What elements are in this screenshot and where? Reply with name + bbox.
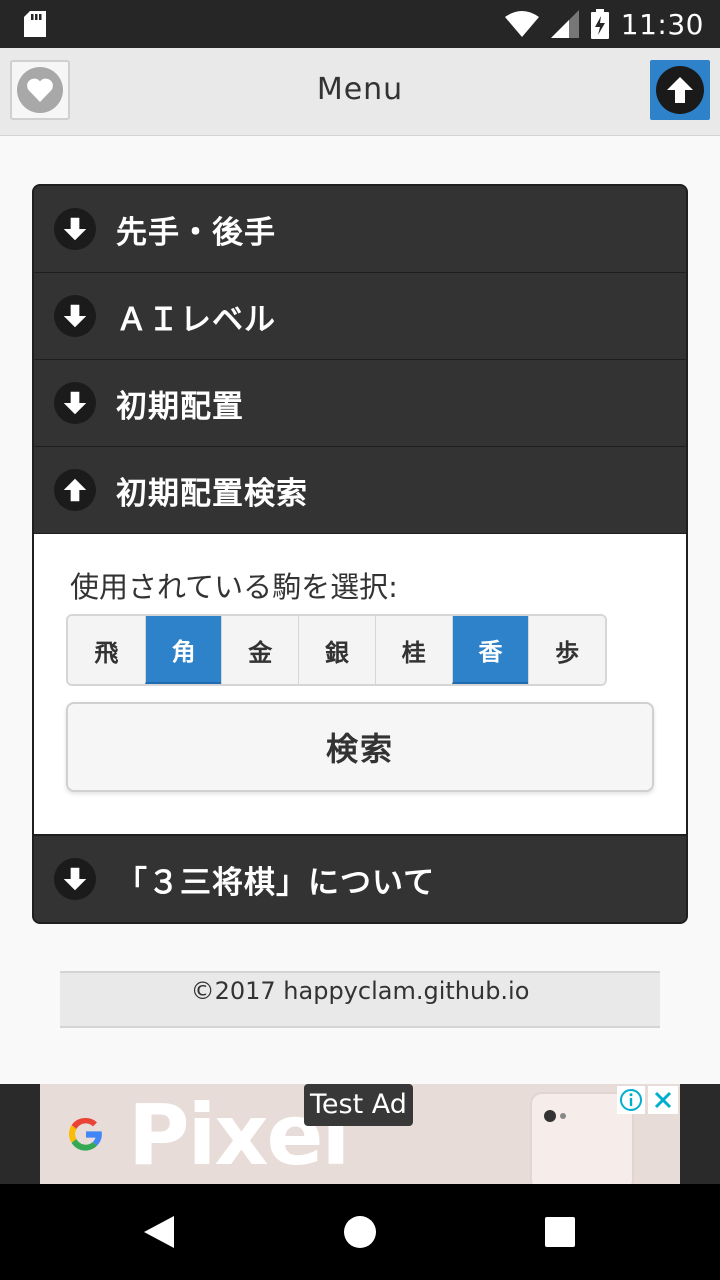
section-setup-search[interactable]: 初期配置検索	[34, 446, 686, 533]
scroll-top-button[interactable]	[650, 60, 710, 120]
section-label: 初期配置検索	[116, 475, 308, 512]
section-label: 初期配置	[116, 388, 244, 425]
home-icon[interactable]	[344, 1216, 376, 1248]
signal-icon	[550, 10, 579, 38]
system-nav-bar	[0, 1184, 720, 1280]
page-title: Menu	[316, 72, 404, 107]
ad-info-icon[interactable]	[617, 1086, 645, 1114]
arrow-up-icon	[656, 66, 704, 114]
section-sente-gote[interactable]: 先手・後手	[34, 186, 686, 272]
recents-icon[interactable]	[545, 1217, 575, 1247]
section-initial-setup[interactable]: 初期配置	[34, 359, 686, 446]
arrow-down-icon	[54, 295, 96, 337]
piece-toggle-group: 飛 角 金 銀 桂 香 歩	[66, 614, 607, 686]
search-button[interactable]: 検索	[66, 702, 654, 792]
section-label: 先手・後手	[116, 214, 276, 251]
sd-card-icon	[24, 11, 46, 37]
piece-toggle-gin[interactable]: 銀	[298, 616, 375, 684]
menu-accordion: 先手・後手 ＡＩレベル 初期配置 初期配置検索 使用されている駒を選択: 飛 角…	[32, 184, 688, 924]
piece-toggle-hisha[interactable]: 飛	[68, 616, 145, 684]
piece-toggle-kin[interactable]: 金	[221, 616, 299, 684]
copyright-text: ©2017 happyclam.github.io	[190, 977, 530, 1005]
piece-toggle-fu[interactable]: 歩	[528, 616, 605, 684]
piece-select-prompt: 使用されている駒を選択:	[70, 570, 398, 604]
status-bar: 11:30	[0, 0, 720, 48]
setup-search-panel: 使用されている駒を選択: 飛 角 金 銀 桂 香 歩 検索	[34, 533, 686, 835]
page-footer: ©2017 happyclam.github.io	[60, 971, 660, 1028]
test-ad-badge: Test Ad	[304, 1084, 413, 1126]
battery-charging-icon	[590, 9, 609, 39]
section-label: 「３三将棋」について	[116, 864, 436, 901]
clock: 11:30	[620, 7, 704, 41]
piece-toggle-kyo[interactable]: 香	[451, 616, 529, 684]
arrow-down-icon	[54, 858, 96, 900]
arrow-up-icon	[54, 469, 96, 511]
google-logo-icon	[68, 1117, 102, 1151]
back-icon[interactable]	[142, 1214, 176, 1250]
section-label: ＡＩレベル	[116, 301, 276, 338]
section-about[interactable]: 「３三将棋」について	[34, 835, 686, 922]
arrow-down-icon	[54, 382, 96, 424]
ad-close-icon[interactable]	[648, 1086, 678, 1114]
piece-toggle-kaku[interactable]: 角	[144, 616, 222, 684]
ad-banner[interactable]: Pixel Test Ad	[40, 1084, 680, 1184]
section-ai-level[interactable]: ＡＩレベル	[34, 272, 686, 359]
app-header: Menu	[0, 48, 720, 136]
wifi-icon	[504, 11, 539, 37]
piece-toggle-kei[interactable]: 桂	[374, 616, 452, 684]
arrow-down-icon	[54, 208, 96, 250]
ad-banner-container: Pixel Test Ad	[0, 1084, 720, 1184]
